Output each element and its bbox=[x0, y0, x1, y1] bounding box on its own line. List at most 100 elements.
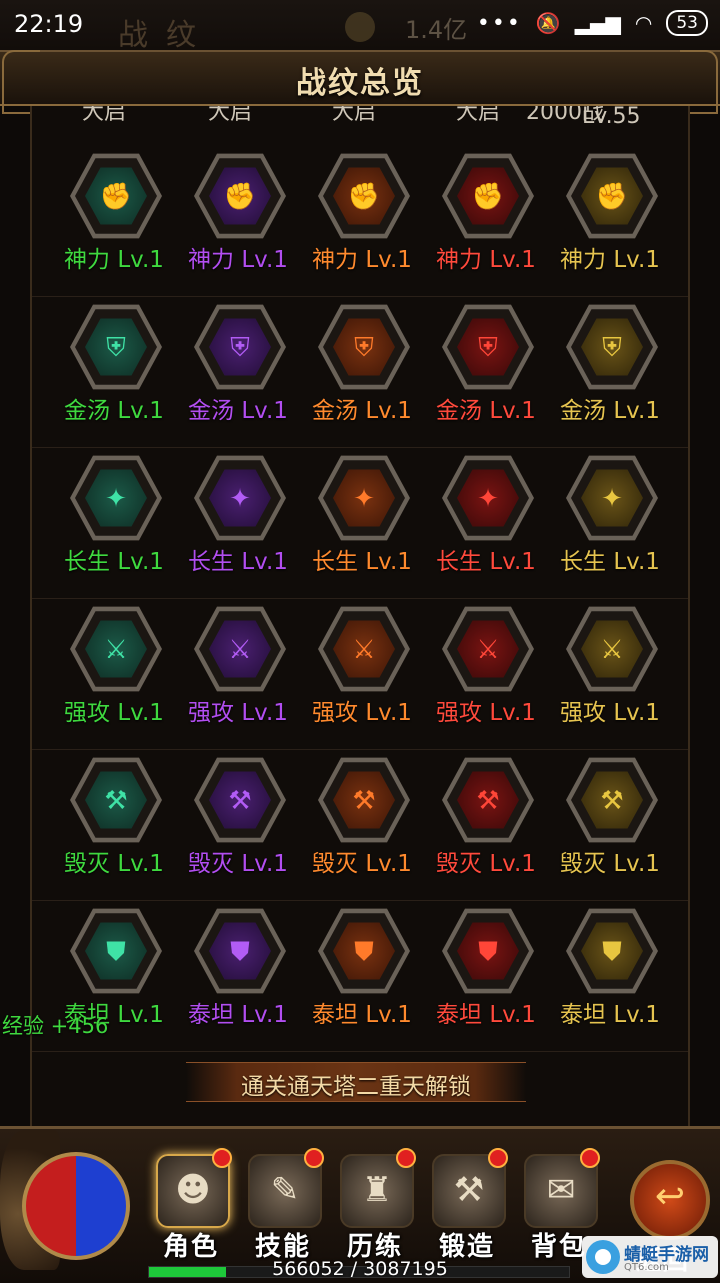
red-dot-badge bbox=[396, 1148, 416, 1168]
rune-label: 泰坦 Lv.1 bbox=[436, 1002, 536, 1028]
unlock-banner: 通关通天塔二重天解锁 bbox=[186, 1062, 526, 1102]
hex-frame: ✊ bbox=[442, 153, 534, 239]
rune-slot[interactable]: ⚔ 强攻 Lv.1 bbox=[424, 599, 548, 749]
rune-label: 强攻 Lv.1 bbox=[188, 700, 288, 726]
rune-slot[interactable]: ⛨ 金汤 Lv.1 bbox=[300, 297, 424, 447]
rune-slot[interactable]: ✊ 神力 Lv.1 bbox=[176, 146, 300, 296]
nav-item[interactable]: ☻ 角色 bbox=[146, 1148, 236, 1262]
watermark: 蜻蜓手游网 QT6.com bbox=[582, 1236, 718, 1278]
rune-slot[interactable]: ⚒ 毁灭 Lv.1 bbox=[424, 750, 548, 900]
rune-slot[interactable]: ✊ 神力 Lv.1 bbox=[548, 146, 672, 296]
rune-label: 金汤 Lv.1 bbox=[560, 398, 660, 424]
fist-icon: ✊ bbox=[347, 182, 381, 212]
red-dot-badge bbox=[488, 1148, 508, 1168]
hex-frame: ⚒ bbox=[318, 757, 410, 843]
rune-label: 长生 Lv.1 bbox=[312, 549, 412, 575]
rune-label: 泰坦 Lv.1 bbox=[312, 1002, 412, 1028]
status-time: 22:19 bbox=[14, 10, 84, 38]
double-shield-icon: ⛊ bbox=[478, 937, 498, 967]
red-dot-badge bbox=[304, 1148, 324, 1168]
hex-frame: ⚔ bbox=[566, 606, 658, 692]
rune-slot[interactable]: ✦ 长生 Lv.1 bbox=[424, 448, 548, 598]
rune-slot[interactable]: ⚔ 强攻 Lv.1 bbox=[300, 599, 424, 749]
double-shield-icon: ⛊ bbox=[354, 937, 374, 967]
rune-slot[interactable]: ⛊ 泰坦 Lv.1 bbox=[300, 901, 424, 1051]
rune-slot[interactable]: ✦ 长生 Lv.1 bbox=[176, 448, 300, 598]
rune-slot[interactable]: ⚔ 强攻 Lv.1 bbox=[548, 599, 672, 749]
rune-slot[interactable]: ⚒ 毁灭 Lv.1 bbox=[176, 750, 300, 900]
hammer-icon: ⚒ bbox=[352, 786, 376, 816]
frame-corner-right bbox=[680, 50, 718, 114]
nav-item[interactable]: ♜ 历练 bbox=[330, 1148, 420, 1262]
hammer-icon: ⚒ bbox=[104, 786, 128, 816]
rune-label: 金汤 Lv.1 bbox=[64, 398, 164, 424]
muscle-icon: ✦ bbox=[477, 484, 499, 514]
status-icons: ••• 🔕 ▂▄▆ ◠ 53 bbox=[477, 10, 708, 36]
rune-grid: ✊ 神力 Lv.1 ✊ 神力 Lv.1 ✊ 神力 Lv.1 ✊ 神力 Lv.1 ✊ 神力 Lv.1… bbox=[32, 146, 688, 1052]
wifi-icon: ◠ bbox=[634, 11, 653, 35]
hex-frame: ✦ bbox=[566, 455, 658, 541]
nav-item[interactable]: ⚒ 锻造 bbox=[422, 1148, 512, 1262]
rune-label: 强攻 Lv.1 bbox=[64, 700, 164, 726]
rune-slot[interactable]: ✊ 神力 Lv.1 bbox=[300, 146, 424, 296]
rune-label: 强攻 Lv.1 bbox=[436, 700, 536, 726]
hex-frame: ⚔ bbox=[318, 606, 410, 692]
rune-slot[interactable]: ⛨ 金汤 Lv.1 bbox=[176, 297, 300, 447]
rune-label: 神力 Lv.1 bbox=[560, 247, 660, 273]
hex-frame: ⚔ bbox=[194, 606, 286, 692]
rune-row: ⚔ 强攻 Lv.1 ⚔ 强攻 Lv.1 ⚔ 强攻 Lv.1 ⚔ 强攻 Lv.1 ⚔ 强攻 Lv.1 bbox=[32, 599, 688, 750]
rune-slot[interactable]: ✦ 长生 Lv.1 bbox=[52, 448, 176, 598]
shield-icon: ⛨ bbox=[602, 333, 622, 363]
rune-label: 神力 Lv.1 bbox=[436, 247, 536, 273]
rune-slot[interactable]: ⚒ 毁灭 Lv.1 bbox=[300, 750, 424, 900]
rune-label: 金汤 Lv.1 bbox=[436, 398, 536, 424]
double-shield-icon: ⛊ bbox=[602, 937, 622, 967]
rune-slot[interactable]: ✦ 长生 Lv.1 bbox=[300, 448, 424, 598]
rune-slot[interactable]: ✊ 神力 Lv.1 bbox=[52, 146, 176, 296]
sword-icon: ⚔ bbox=[476, 635, 500, 665]
coin-icon bbox=[345, 12, 375, 42]
rune-slot[interactable]: ⛊ 泰坦 Lv.1 bbox=[424, 901, 548, 1051]
taiji-orb-icon[interactable] bbox=[22, 1152, 130, 1260]
rune-slot[interactable]: ⛨ 金汤 Lv.1 bbox=[52, 297, 176, 447]
rune-label: 长生 Lv.1 bbox=[560, 549, 660, 575]
rune-slot[interactable]: ⛨ 金汤 Lv.1 bbox=[548, 297, 672, 447]
fist-icon: ✊ bbox=[471, 182, 505, 212]
rune-row: ⚒ 毁灭 Lv.1 ⚒ 毁灭 Lv.1 ⚒ 毁灭 Lv.1 ⚒ 毁灭 Lv.1 ⚒ 毁灭 Lv.1 bbox=[32, 750, 688, 901]
rune-slot[interactable]: ⛊ 泰坦 Lv.1 bbox=[548, 901, 672, 1051]
hex-frame: ✦ bbox=[318, 455, 410, 541]
nav-item[interactable]: ✎ 技能 bbox=[238, 1148, 328, 1262]
unlock-text: 通关通天塔二重天解锁 bbox=[241, 1074, 471, 1100]
shield-icon: ⛨ bbox=[230, 333, 250, 363]
rune-slot[interactable]: ⚒ 毁灭 Lv.1 bbox=[548, 750, 672, 900]
sword-icon: ⚔ bbox=[228, 635, 252, 665]
rune-label: 长生 Lv.1 bbox=[436, 549, 536, 575]
rune-row: ⛨ 金汤 Lv.1 ⛨ 金汤 Lv.1 ⛨ 金汤 Lv.1 ⛨ 金汤 Lv.1 ⛨ 金汤 Lv.1 bbox=[32, 297, 688, 448]
ghost-page-title: 战纹 bbox=[118, 18, 214, 53]
rune-slot[interactable]: ⚒ 毁灭 Lv.1 bbox=[52, 750, 176, 900]
signal-icon: ▂▄▆ bbox=[574, 11, 621, 35]
hex-frame: ✊ bbox=[70, 153, 162, 239]
rune-slot[interactable]: ⛨ 金汤 Lv.1 bbox=[424, 297, 548, 447]
rune-label: 神力 Lv.1 bbox=[64, 247, 164, 273]
hex-frame: ⛨ bbox=[442, 304, 534, 390]
back-button[interactable]: ↩ bbox=[630, 1160, 710, 1240]
rune-slot[interactable]: ⚔ 强攻 Lv.1 bbox=[52, 599, 176, 749]
rune-slot[interactable]: ✦ 长生 Lv.1 bbox=[548, 448, 672, 598]
rune-overview-panel[interactable]: 大启 大启 大启 大启 2000战 Lv.55 ✊ 神力 Lv.1 ✊ 神力 Lv.1… bbox=[30, 106, 690, 1126]
hex-frame: ⛊ bbox=[70, 908, 162, 994]
hex-frame: ✦ bbox=[70, 455, 162, 541]
rune-label: 强攻 Lv.1 bbox=[312, 700, 412, 726]
status-bar: 22:19 战纹 1.4亿 ••• 🔕 ▂▄▆ ◠ 53 bbox=[0, 0, 720, 53]
sword-icon: ⚔ bbox=[104, 635, 128, 665]
rune-slot[interactable]: ⛊ 泰坦 Lv.1 bbox=[176, 901, 300, 1051]
fist-icon: ✊ bbox=[595, 182, 629, 212]
rune-slot[interactable]: ⚔ 强攻 Lv.1 bbox=[176, 599, 300, 749]
hex-frame: ⛊ bbox=[566, 908, 658, 994]
muscle-icon: ✦ bbox=[229, 484, 251, 514]
rune-slot[interactable]: ✊ 神力 Lv.1 bbox=[424, 146, 548, 296]
hammer-icon: ⚒ bbox=[476, 786, 500, 816]
rune-row: ⛊ 泰坦 Lv.1 ⛊ 泰坦 Lv.1 ⛊ 泰坦 Lv.1 ⛊ 泰坦 Lv.1 ⛊ 泰坦 Lv.1 bbox=[32, 901, 688, 1052]
hex-frame: ⛨ bbox=[70, 304, 162, 390]
hex-frame: ⛨ bbox=[566, 304, 658, 390]
